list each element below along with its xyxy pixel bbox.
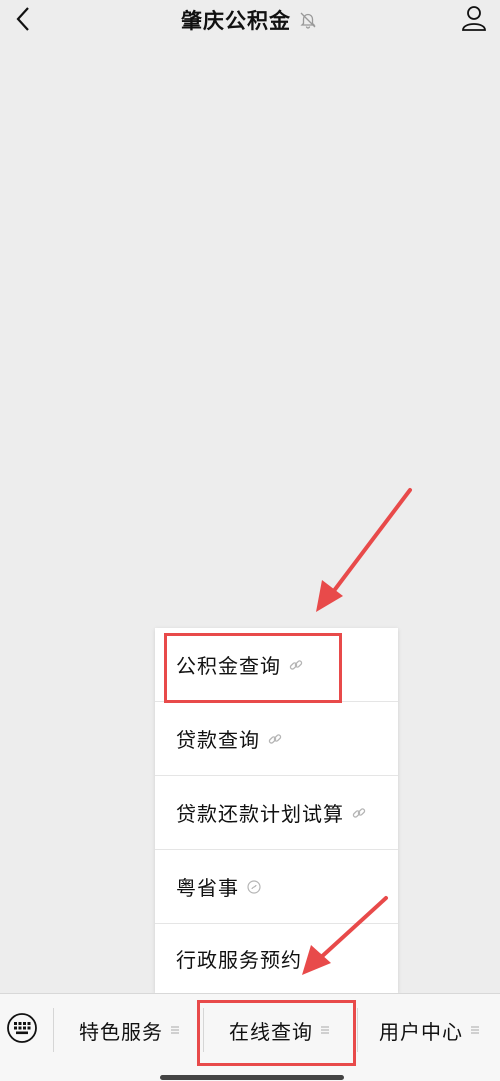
submenu-item-label: 粤省事 <box>176 876 239 900</box>
menu-special-services[interactable]: 特色服务 <box>60 1006 198 1054</box>
profile-button[interactable] <box>456 2 492 38</box>
arrowhead-fund-query <box>316 580 343 612</box>
menu-label: 用户中心 <box>379 1019 463 1044</box>
person-icon <box>460 4 488 36</box>
submenu-item-repayment-calculator[interactable]: 贷款还款计划试算 <box>155 776 398 849</box>
page-title: 肇庆公积金 <box>181 9 291 33</box>
menu-lines-icon <box>171 1025 179 1035</box>
home-indicator <box>160 1075 344 1080</box>
menu-label: 特色服务 <box>79 1019 163 1044</box>
submenu-item-admin-appointment[interactable]: 行政服务预约 <box>155 924 398 993</box>
keyboard-icon <box>6 1012 38 1048</box>
submenu-item-label: 贷款查询 <box>176 728 260 752</box>
bell-off-icon <box>299 10 319 30</box>
arrow-to-fund-query <box>328 488 412 598</box>
highlight-box-fund-query <box>164 633 342 703</box>
mini-program-icon <box>310 951 324 966</box>
divider <box>357 1008 358 1052</box>
link-icon <box>268 732 282 746</box>
highlight-box-online-query <box>197 1000 356 1066</box>
top-nav-bar: 肇庆公积金 <box>0 0 500 46</box>
keyboard-toggle-button[interactable] <box>4 1012 40 1048</box>
link-icon <box>352 806 366 820</box>
menu-user-center[interactable]: 用户中心 <box>362 1006 496 1054</box>
divider <box>53 1008 54 1052</box>
menu-lines-icon <box>471 1025 479 1035</box>
submenu-item-label: 行政服务预约 <box>176 948 302 972</box>
mini-program-icon <box>247 879 261 894</box>
submenu-item-loan-query[interactable]: 贷款查询 <box>155 702 398 775</box>
submenu-item-yueshengshi[interactable]: 粤省事 <box>155 850 398 923</box>
submenu-item-label: 贷款还款计划试算 <box>176 802 344 826</box>
